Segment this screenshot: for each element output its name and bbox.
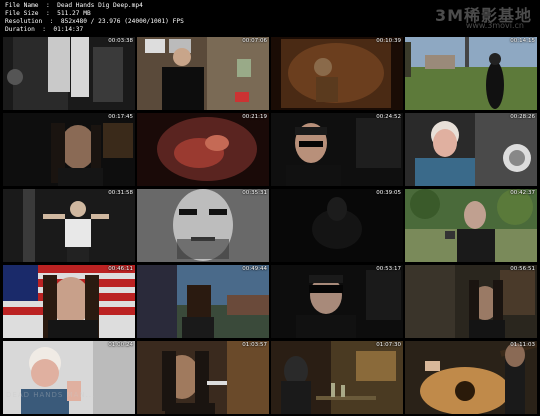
thumbnail-13[interactable]: 00:46:11	[3, 265, 135, 338]
duration-line: Duration : 01:14:37	[5, 26, 84, 33]
thumbnail-timestamp: 00:03:38	[108, 38, 133, 44]
thumbnail-7[interactable]: 00:24:52	[271, 113, 403, 186]
thumbnail-6[interactable]: 00:21:19	[137, 113, 269, 186]
thumbnail-timestamp: 00:42:37	[510, 190, 535, 196]
thumbnail-grid: 00:03:38 00:07:06 00:10:39 00:14:15 00:1…	[3, 37, 537, 414]
thumbnail-timestamp: 01:07:30	[376, 342, 401, 348]
thumbnail-timestamp: 00:28:26	[510, 114, 535, 120]
thumbnail-timestamp: 00:14:15	[510, 38, 535, 44]
thumbnail-20[interactable]: 01:11:03	[405, 341, 537, 414]
thumbnail-18[interactable]: 01:03:57	[137, 341, 269, 414]
thumbnail-timestamp: 00:35:31	[242, 190, 267, 196]
thumbnail-timestamp: 00:21:19	[242, 114, 267, 120]
thumbnail-10[interactable]: 00:35:31	[137, 189, 269, 262]
file-info-header: File Name : Dead Hands Dig Deep.mp4 File…	[0, 0, 540, 36]
thumbnail-timestamp: 01:00:24	[108, 342, 133, 348]
thumbnail-19[interactable]: 01:07:30	[271, 341, 403, 414]
thumbnail-timestamp: 00:07:06	[242, 38, 267, 44]
thumbnail-timestamp: 00:46:11	[108, 266, 133, 272]
thumbnail-timestamp: 00:17:45	[108, 114, 133, 120]
thumbnail-15[interactable]: 00:53:17	[271, 265, 403, 338]
thumbnail-timestamp: 00:56:51	[510, 266, 535, 272]
thumbnail-timestamp: 00:53:17	[376, 266, 401, 272]
thumbnail-timestamp: 00:24:52	[376, 114, 401, 120]
file-size-line: File Size : 511.27 MB	[5, 10, 91, 17]
thumbnail-14[interactable]: 00:49:44	[137, 265, 269, 338]
thumbnail-timestamp: 00:31:58	[108, 190, 133, 196]
thumbnail-timestamp: 01:03:57	[242, 342, 267, 348]
thumbnail-1[interactable]: 00:03:38	[3, 37, 135, 110]
thumbnail-timestamp: 00:10:39	[376, 38, 401, 44]
thumbnail-4[interactable]: 00:14:15	[405, 37, 537, 110]
thumbnail-timestamp: 00:39:05	[376, 190, 401, 196]
thumbnail-5[interactable]: 00:17:45	[3, 113, 135, 186]
thumbnail-12[interactable]: 00:42:37	[405, 189, 537, 262]
thumbnail-17[interactable]: 01:00:24	[3, 341, 135, 414]
resolution-line: Resolution : 852x480 / 23.976 (24000/100…	[5, 18, 184, 25]
thumbnail-2[interactable]: 00:07:06	[137, 37, 269, 110]
thumbnail-8[interactable]: 00:28:26	[405, 113, 537, 186]
thumbnail-16[interactable]: 00:56:51	[405, 265, 537, 338]
thumbnail-timestamp: 01:11:03	[510, 342, 535, 348]
thumbnail-11[interactable]: 00:39:05	[271, 189, 403, 262]
thumbnail-timestamp: 00:49:44	[242, 266, 267, 272]
thumbnail-9[interactable]: 00:31:58	[3, 189, 135, 262]
file-name-line: File Name : Dead Hands Dig Deep.mp4	[5, 2, 143, 9]
thumbnail-3[interactable]: 00:10:39	[271, 37, 403, 110]
watermark-url: www.3movi.cn	[465, 21, 524, 30]
bottom-watermark: DEAD HANDS MAN...	[6, 391, 96, 399]
